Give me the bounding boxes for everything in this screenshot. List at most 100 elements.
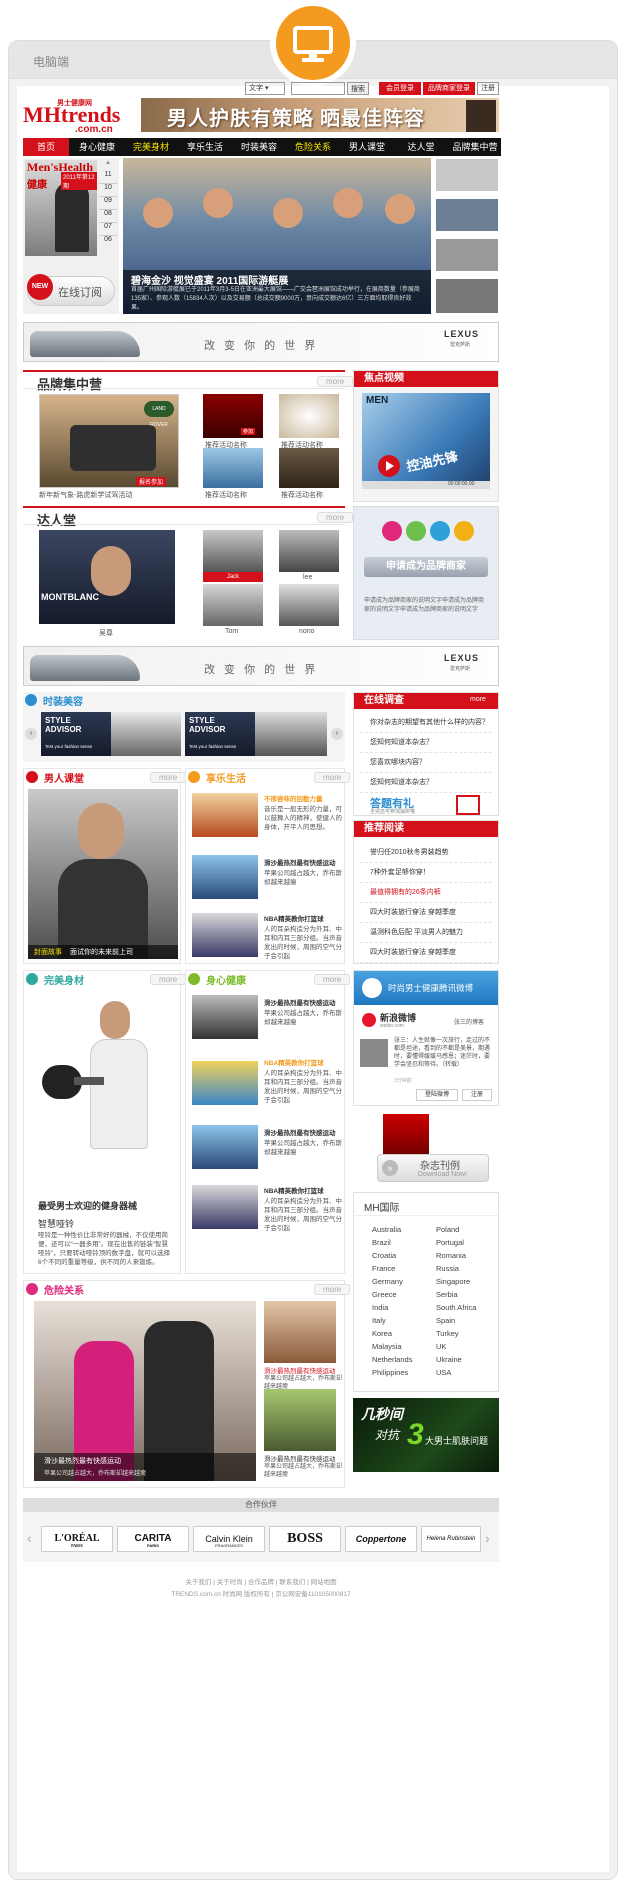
page-item[interactable]: 09: [99, 197, 117, 210]
recommend-item[interactable]: 四大时装旅行穿法 穿越季度: [360, 943, 492, 963]
fitness-headline[interactable]: 最受男士欢迎的健身器械: [38, 1199, 137, 1212]
country-link[interactable]: South Africa: [436, 1303, 476, 1312]
search-button[interactable]: 搜索: [347, 82, 369, 95]
survey-gift-banner[interactable]: 答题有礼 全完还可参加抽奖哦: [366, 795, 488, 815]
recommend-item[interactable]: 最值得拥有的26条内裤: [360, 883, 492, 903]
apply-button[interactable]: 报名参加: [136, 477, 167, 486]
country-link[interactable]: Philippines: [372, 1368, 408, 1377]
page-item[interactable]: 07: [99, 223, 117, 236]
recommend-item[interactable]: 7种外套足够你穿！: [360, 863, 492, 883]
talent-photo[interactable]: [279, 530, 339, 572]
page-item[interactable]: 11: [99, 171, 117, 184]
talent-photo[interactable]: [203, 584, 263, 626]
health-photo[interactable]: [192, 1061, 258, 1105]
country-link[interactable]: Germany: [372, 1277, 403, 1286]
talent-name[interactable]: nono: [299, 628, 315, 635]
recommend-item[interactable]: 温测科色后配 平淡男人的魅力: [360, 923, 492, 943]
leisure-photo[interactable]: [192, 793, 258, 837]
hero-thumb[interactable]: [435, 158, 499, 192]
country-link[interactable]: Italy: [372, 1316, 386, 1325]
skincare-promo[interactable]: 几秒间 对抗 3 大男士肌肤问题: [353, 1398, 499, 1472]
danger-main-photo[interactable]: 滑沙最热烈最有快感运动 苹果公司越占越大，乔布斯却越来越瘦: [34, 1301, 256, 1481]
fashion-card[interactable]: STYLE ADVISOR Test your fashion sense: [185, 712, 255, 756]
health-photo[interactable]: [192, 1185, 258, 1229]
survey-item[interactable]: 你对杂志的期望有其他什么样的内容？: [360, 713, 492, 733]
next-arrow-icon[interactable]: ›: [485, 1530, 490, 1546]
danger-photo[interactable]: [264, 1301, 336, 1363]
country-link[interactable]: Ukraine: [436, 1355, 462, 1364]
nav-body[interactable]: 完美身材: [125, 138, 177, 156]
country-link[interactable]: Serbia: [436, 1290, 458, 1299]
nav-brands[interactable]: 品牌集中营: [449, 138, 501, 156]
prev-arrow-icon[interactable]: ‹: [27, 1530, 32, 1546]
talent-name[interactable]: Jack: [203, 572, 263, 582]
article-title[interactable]: 滑沙最热烈最有快感运动: [264, 997, 336, 1007]
recommend-item[interactable]: 誉归任2010秋冬男装趋势: [360, 843, 492, 863]
weibo-login-button[interactable]: 登陆微博: [416, 1089, 458, 1101]
article-title[interactable]: NBA精英教你打篮球: [264, 1185, 324, 1195]
more-link[interactable]: more: [317, 376, 354, 387]
fashion-photo[interactable]: [255, 712, 327, 756]
more-link[interactable]: more: [150, 974, 187, 985]
more-link[interactable]: more: [150, 772, 187, 783]
next-arrow-icon[interactable]: ›: [331, 728, 343, 740]
page-item[interactable]: 06: [99, 236, 117, 249]
weibo-register-button[interactable]: 注册: [462, 1089, 492, 1101]
country-link[interactable]: Australia: [372, 1225, 401, 1234]
magazine-cover[interactable]: Men'sHealth 健康 2011年第12期: [25, 160, 97, 256]
country-link[interactable]: Russia: [436, 1264, 459, 1273]
danger-photo[interactable]: [264, 1389, 336, 1451]
hero-thumb[interactable]: [435, 278, 499, 314]
country-link[interactable]: Malaysia: [372, 1342, 402, 1351]
health-photo[interactable]: [192, 1125, 258, 1169]
journal-download[interactable]: » 杂志刊例 Download Now!: [353, 1114, 499, 1184]
register-button[interactable]: 注册: [477, 82, 499, 95]
talent-main-photo[interactable]: MONTBLANC: [39, 530, 175, 624]
country-link[interactable]: Greece: [372, 1290, 397, 1299]
prev-arrow-icon[interactable]: ‹: [25, 728, 37, 740]
country-link[interactable]: Croatia: [372, 1251, 396, 1260]
nav-home[interactable]: 首页: [23, 138, 69, 156]
land-rover-image[interactable]: LAND ROVER 报名参加: [39, 394, 179, 488]
video-player[interactable]: MEN 控油先锋 00:00:00.00: [362, 393, 490, 489]
member-login-button[interactable]: 会员登录: [379, 82, 421, 95]
page-item[interactable]: 10: [99, 184, 117, 197]
partner-logo[interactable]: Coppertone: [345, 1526, 417, 1552]
article-title[interactable]: 滑沙最热烈最有快感运动: [264, 857, 336, 867]
more-link[interactable]: more: [314, 974, 351, 985]
article-title[interactable]: 滑沙最热烈最有快感运动: [264, 1365, 336, 1375]
nav-talent[interactable]: 达人堂: [395, 138, 447, 156]
activity-image[interactable]: 参加: [203, 394, 263, 438]
nav-class[interactable]: 男人课堂: [341, 138, 393, 156]
search-input[interactable]: [291, 82, 345, 95]
partner-logo[interactable]: L'ORÉAL PARIS: [41, 1526, 113, 1552]
nav-danger[interactable]: 危险关系: [287, 138, 339, 156]
country-link[interactable]: Turkey: [436, 1329, 459, 1338]
activity-image[interactable]: [279, 394, 339, 438]
apply-merchant-button[interactable]: 申请成为品牌商家: [364, 557, 488, 577]
partner-logo[interactable]: BOSS: [269, 1526, 341, 1552]
talent-name[interactable]: Tom: [225, 628, 238, 635]
country-link[interactable]: Singapore: [436, 1277, 470, 1286]
country-link[interactable]: Brazil: [372, 1238, 391, 1247]
leisure-photo[interactable]: [192, 913, 258, 957]
country-link[interactable]: Korea: [372, 1329, 392, 1338]
lexus-ad[interactable]: 改 变 你 的 世 界 LEXUS 雷克萨斯: [23, 322, 499, 362]
article-title[interactable]: 滑沙最热烈最有快感运动: [264, 1453, 336, 1463]
nav-life[interactable]: 享乐生活: [179, 138, 231, 156]
partner-logo[interactable]: CARITA PARIS: [117, 1526, 189, 1552]
article-title[interactable]: 不邢尝味的回勤力量: [264, 793, 323, 803]
fitness-photo[interactable]: [34, 991, 174, 1191]
talent-photo[interactable]: [279, 584, 339, 626]
footer-links[interactable]: 关于我们 | 关于时尚 | 合作品牌 | 联系我们 | 网站地图: [23, 1576, 499, 1586]
play-icon[interactable]: [378, 455, 400, 477]
partner-logo[interactable]: Helena Rubinstein: [421, 1526, 481, 1552]
recommend-item[interactable]: 四大时装旅行穿法 穿越季度: [360, 903, 492, 923]
activity-image[interactable]: [279, 448, 339, 488]
country-link[interactable]: Poland: [436, 1225, 459, 1234]
country-link[interactable]: UK: [436, 1342, 446, 1351]
country-link[interactable]: USA: [436, 1368, 451, 1377]
page-item[interactable]: 08: [99, 210, 117, 223]
more-link[interactable]: more: [314, 772, 351, 783]
survey-item[interactable]: 您喜欢哪块内容？: [360, 753, 492, 773]
